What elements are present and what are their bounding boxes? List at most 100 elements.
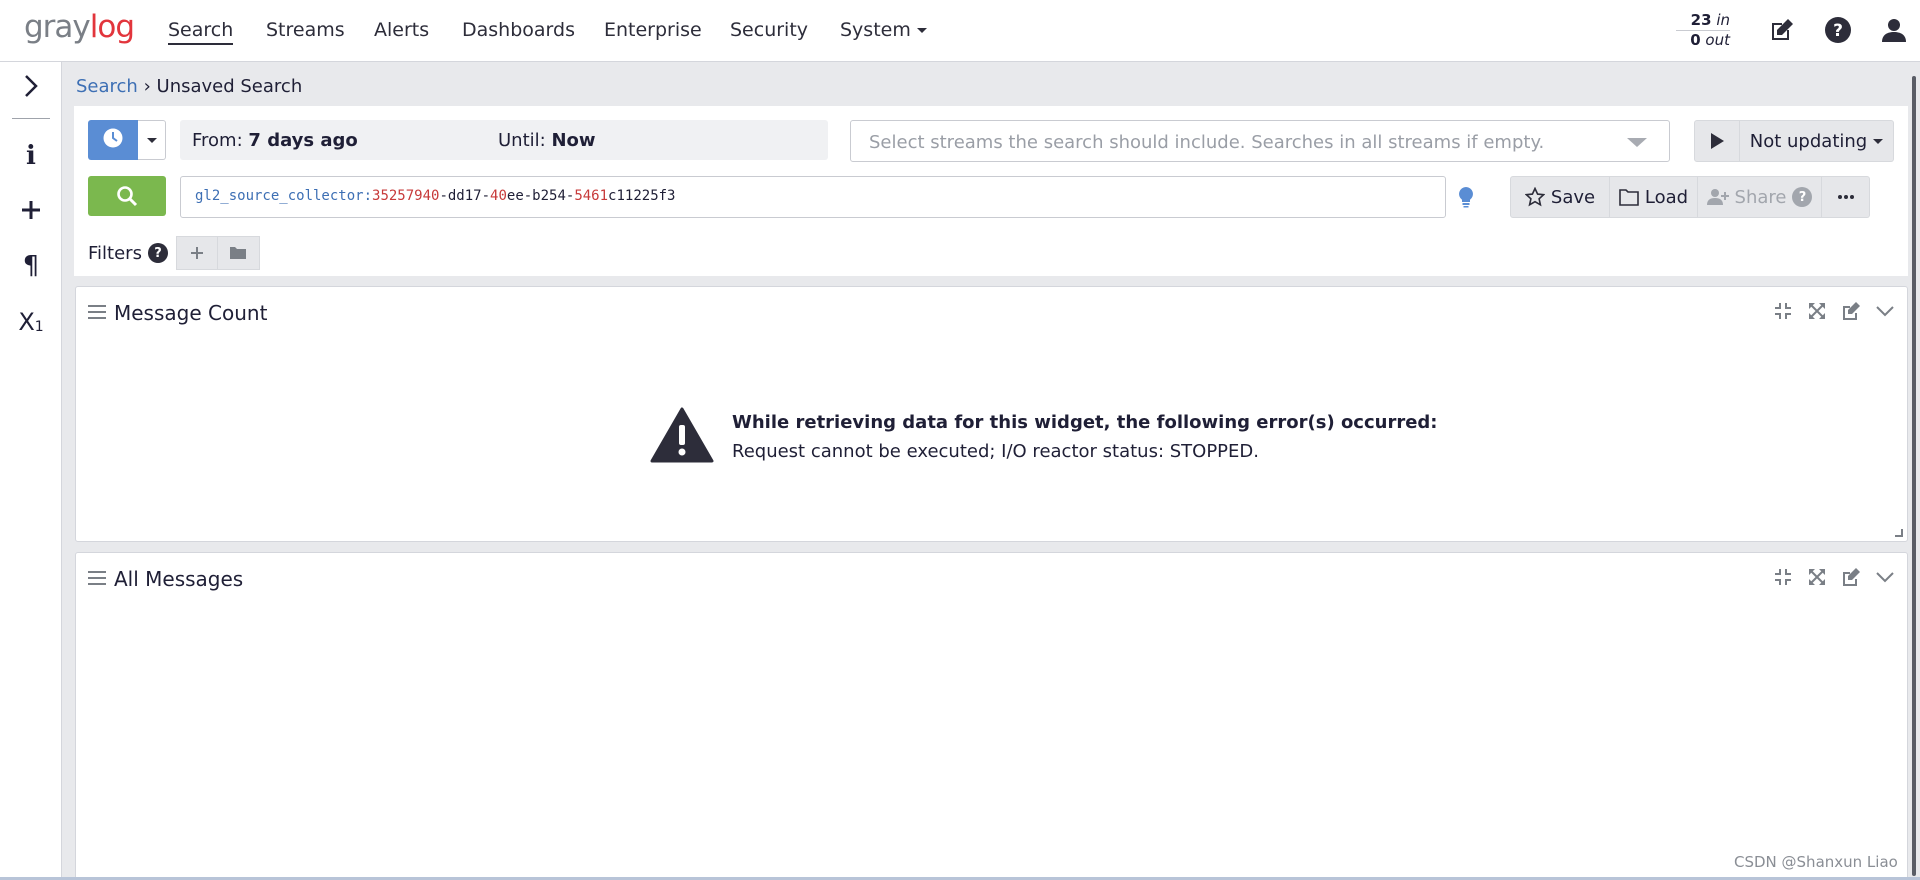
edit-icon[interactable]	[1766, 14, 1798, 46]
filters-label: Filters	[88, 242, 142, 264]
until-value: Now	[551, 130, 596, 151]
share-help-icon[interactable]: ?	[1792, 187, 1813, 207]
search-actions: Save Load Share ?	[1510, 176, 1870, 218]
caret-down-icon	[916, 28, 927, 33]
chevron-down-icon[interactable]	[1875, 567, 1895, 587]
top-navbar: graylog Search Streams Alerts Dashboards…	[0, 0, 1920, 62]
nav-alerts[interactable]: Alerts	[374, 19, 429, 41]
nav-system-label: System	[840, 19, 911, 41]
watermark: CSDN @Shanxun Liao	[1734, 853, 1898, 871]
add-filter-button[interactable]	[175, 236, 218, 270]
throughput-out-label: out	[1705, 31, 1730, 49]
warning-icon	[650, 407, 714, 467]
folder-icon	[1619, 189, 1639, 206]
widget-error: While retrieving data for this widget, t…	[650, 407, 1438, 467]
load-label: Load	[1644, 186, 1689, 208]
drag-handle-icon[interactable]	[88, 301, 106, 325]
left-sidebar: i ¶ X1	[0, 62, 62, 880]
refresh-label: Not updating	[1749, 130, 1868, 152]
widget-title: All Messages	[88, 567, 243, 591]
share-label: Share	[1734, 186, 1787, 208]
error-title: While retrieving data for this widget, t…	[732, 412, 1438, 433]
graylog-logo[interactable]: graylog	[24, 9, 135, 45]
query-field-key: gl2_source_collector:	[195, 188, 373, 204]
query-part: ee-b254-	[506, 188, 575, 204]
widget-toolbar	[1773, 567, 1895, 587]
query-part: 35257940	[372, 188, 440, 204]
filters-help-icon[interactable]: ?	[147, 243, 168, 263]
play-icon	[1711, 133, 1724, 149]
search-icon	[117, 186, 138, 207]
query-part: c11225f3	[608, 188, 676, 204]
query-part: -dd17-	[439, 188, 491, 204]
sidebar-divider	[12, 118, 50, 119]
share-button[interactable]: Share ?	[1698, 176, 1822, 218]
caret-down-icon	[146, 137, 157, 143]
nav-search[interactable]: Search	[168, 19, 234, 45]
edit-widget-icon[interactable]	[1841, 301, 1861, 321]
plus-icon[interactable]	[13, 192, 49, 228]
widget-message-count: Message Count While retrieving data for …	[75, 286, 1908, 542]
breadcrumb-current: Unsaved Search	[156, 76, 303, 97]
widget-title-text: All Messages	[114, 567, 244, 591]
query-part: 5461	[574, 188, 609, 204]
subscript-icon[interactable]: X1	[13, 304, 49, 340]
resize-handle[interactable]	[1895, 529, 1903, 537]
filters-bar: Filters ?	[88, 236, 260, 270]
range-from: From: 7 days ago	[192, 130, 358, 151]
edit-widget-icon[interactable]	[1841, 567, 1861, 587]
page-scrollbar[interactable]	[1912, 76, 1916, 876]
time-range-button[interactable]	[88, 120, 138, 160]
widget-toolbar	[1773, 301, 1895, 321]
search-bar-panel: From: 7 days ago Until: Now Select strea…	[74, 106, 1908, 276]
load-filter-button[interactable]	[217, 236, 260, 270]
refresh-interval-dropdown[interactable]: Not updating	[1740, 120, 1894, 162]
streams-placeholder: Select streams the search should include…	[869, 132, 1545, 153]
clock-icon	[102, 127, 124, 153]
breadcrumb: Search › Unsaved Search	[76, 76, 302, 97]
compress-icon[interactable]	[1773, 567, 1793, 587]
from-label: From:	[192, 130, 243, 151]
query-input[interactable]: gl2_source_collector:35257940-dd17-40ee-…	[180, 176, 1446, 218]
save-button[interactable]: Save	[1510, 176, 1610, 218]
widget-title: Message Count	[88, 301, 267, 325]
error-message: Request cannot be executed; I/O reactor …	[732, 441, 1259, 462]
drag-handle-icon[interactable]	[88, 567, 106, 591]
time-range-display[interactable]: From: 7 days ago Until: Now	[180, 120, 828, 160]
compress-icon[interactable]	[1773, 301, 1793, 321]
from-value: 7 days ago	[248, 130, 358, 151]
help-icon[interactable]: ?	[1822, 14, 1854, 46]
caret-down-icon	[1873, 138, 1884, 144]
chevron-right-icon[interactable]	[13, 68, 49, 104]
nav-system[interactable]: System	[840, 19, 927, 41]
breadcrumb-separator: ›	[143, 76, 151, 97]
breadcrumb-search-link[interactable]: Search	[76, 76, 138, 97]
expand-icon[interactable]	[1807, 301, 1827, 321]
nav-streams[interactable]: Streams	[266, 19, 345, 41]
search-button[interactable]	[88, 176, 166, 216]
nav-enterprise[interactable]: Enterprise	[604, 19, 702, 41]
streams-select[interactable]: Select streams the search should include…	[850, 120, 1670, 162]
nav-security[interactable]: Security	[730, 19, 808, 41]
until-label: Until:	[498, 130, 546, 151]
dropdown-triangle-icon	[1627, 138, 1647, 147]
widget-title-text: Message Count	[114, 301, 268, 325]
query-part: 40	[490, 188, 507, 204]
info-icon[interactable]: i	[13, 138, 49, 174]
more-actions-button[interactable]	[1822, 176, 1870, 218]
pilcrow-icon[interactable]: ¶	[13, 248, 49, 284]
expand-icon[interactable]	[1807, 567, 1827, 587]
play-button[interactable]	[1694, 120, 1740, 162]
folder-icon	[230, 247, 247, 259]
chevron-down-icon[interactable]	[1875, 301, 1895, 321]
ellipsis-icon	[1837, 195, 1854, 199]
throughput-indicator[interactable]: 23 in 0 out	[1676, 11, 1730, 50]
load-button[interactable]: Load	[1610, 176, 1698, 218]
nav-dashboards[interactable]: Dashboards	[462, 19, 575, 41]
throughput-in-label: in	[1716, 11, 1730, 29]
plus-icon	[190, 247, 203, 259]
lightbulb-icon[interactable]	[1458, 186, 1474, 212]
user-icon[interactable]	[1878, 14, 1910, 46]
time-range-dropdown[interactable]	[138, 120, 166, 160]
throughput-in-count: 23	[1690, 11, 1712, 29]
